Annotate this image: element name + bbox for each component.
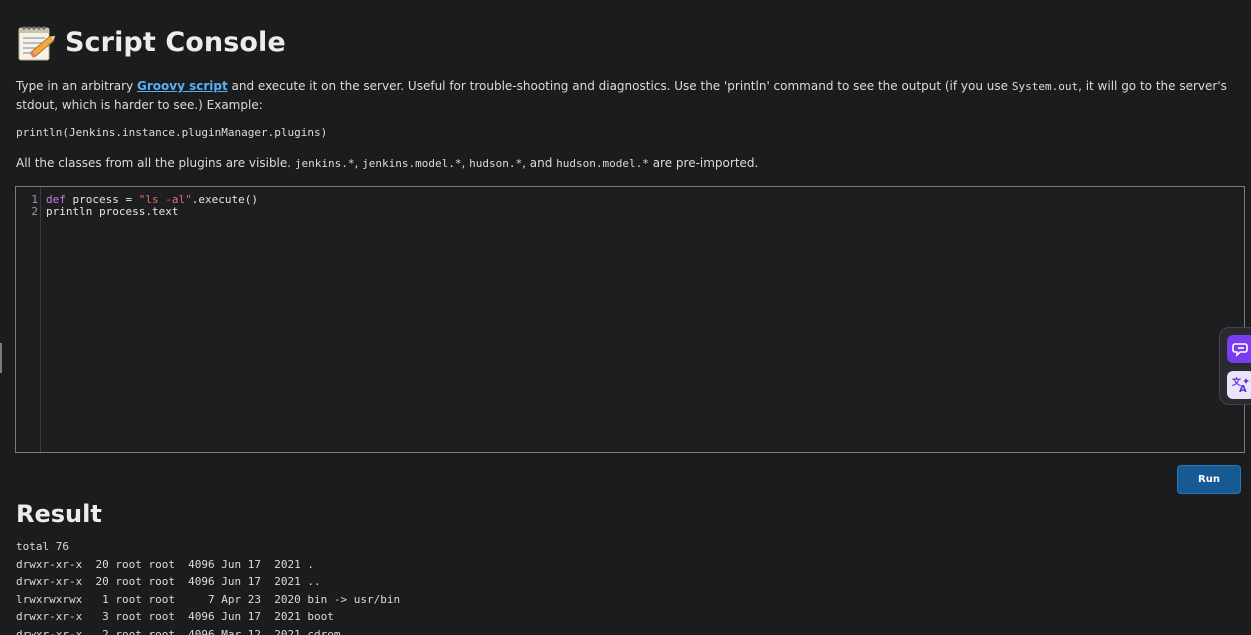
line-number: 2 <box>31 205 38 218</box>
notepad-icon <box>18 26 56 61</box>
output-line: lrwxrwxrwx 1 root root 7 Apr 23 2020 bin… <box>16 592 401 606</box>
side-widget: 文 A <box>1219 327 1251 405</box>
output-line: drwxr-xr-x 2 root root 4096 Mar 12 2021 … <box>16 627 341 635</box>
translate-button[interactable]: 文 A <box>1227 371 1251 399</box>
result-title: Result <box>16 500 102 528</box>
code-content[interactable]: def process = "ls -al".execute() println … <box>46 194 258 218</box>
translate-assistant-icon <box>1232 343 1248 357</box>
classes-note-text: are pre-imported. <box>648 156 759 170</box>
description: Type in an arbitrary Groovy script and e… <box>16 77 1231 115</box>
output-line: drwxr-xr-x 3 root root 4096 Jun 17 2021 … <box>16 610 334 623</box>
translate-assistant-button[interactable] <box>1227 335 1251 363</box>
package-name: jenkins.* <box>294 157 355 170</box>
script-editor[interactable]: 1 2 def process = "ls -al".execute() prin… <box>15 186 1245 453</box>
description-text: Type in an arbitrary <box>16 79 137 93</box>
code-token: .execute() <box>191 193 258 206</box>
scroll-marker <box>0 343 2 373</box>
classes-note-text: All the classes from all the plugins are… <box>16 156 295 170</box>
classes-note: All the classes from all the plugins are… <box>16 156 758 170</box>
page-title: Script Console <box>65 26 286 58</box>
inline-code: System.out <box>1011 80 1079 93</box>
script-console-page: Script Console Type in an arbitrary Groo… <box>0 0 1251 635</box>
package-name: hudson.* <box>469 157 523 170</box>
package-name: hudson.model.* <box>556 157 649 170</box>
code-line: println process.text <box>46 205 179 218</box>
page-header: Script Console <box>16 22 286 62</box>
line-number-gutter: 1 2 <box>16 187 41 452</box>
svg-text:A: A <box>1239 384 1247 394</box>
separator: , <box>461 156 470 170</box>
package-name: jenkins.model.* <box>362 157 462 170</box>
separator: , <box>354 156 363 170</box>
description-text: and execute it on the server. Useful for… <box>227 79 1012 93</box>
output-line: total 76 <box>16 540 69 553</box>
output-line: drwxr-xr-x 20 root root 4096 Jun 17 2021… <box>16 557 315 571</box>
example-code: println(Jenkins.instance.pluginManager.p… <box>16 126 328 139</box>
groovy-script-link[interactable]: Groovy script <box>137 79 228 93</box>
separator: , and <box>522 156 557 170</box>
result-output: total 76 drwxr-xr-x 20 root root 4096 Jun… <box>16 538 400 635</box>
output-line: drwxr-xr-x 20 root root 4096 Jun 17 2021… <box>16 575 321 588</box>
run-button[interactable]: Run <box>1177 465 1241 494</box>
translate-icon: 文 A <box>1231 376 1249 394</box>
